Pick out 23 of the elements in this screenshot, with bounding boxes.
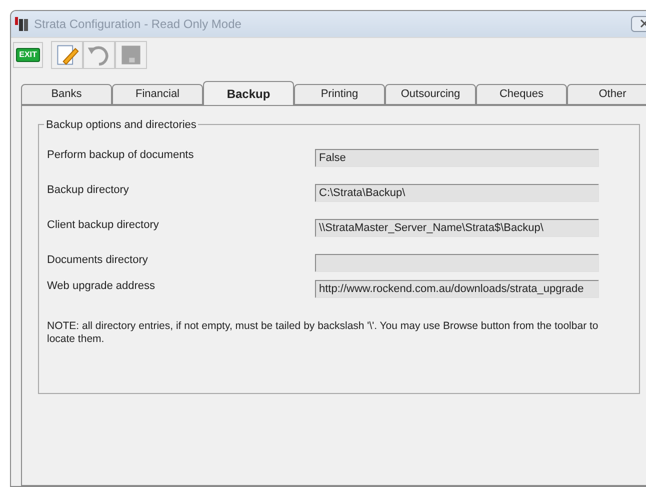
tab[interactable]: Outsourcing (385, 84, 476, 105)
field-label: Backup directory (47, 183, 130, 198)
field-label: Documents directory (47, 253, 149, 268)
tab[interactable]: Backup (203, 81, 294, 105)
save-icon[interactable] (115, 40, 147, 68)
group-title: Backup options and directories (44, 117, 198, 134)
window-title: Strata Configuration - Read Only Mode (34, 16, 242, 33)
field-label: Client backup directory (47, 218, 160, 233)
input-field: \\StrataMaster_Server_Name\Strata$\Backup\ (315, 219, 599, 237)
input-field: False (315, 149, 599, 167)
undo-icon[interactable] (83, 40, 115, 68)
input-field: C:\Strata\Backup\ (315, 184, 599, 202)
tab[interactable]: Cheques (476, 84, 567, 105)
tab[interactable]: Financial (112, 84, 203, 105)
app-icon (14, 16, 30, 32)
field-label: Web upgrade address (47, 279, 156, 294)
field-label: Perform backup of documents (47, 148, 195, 163)
tab[interactable]: Banks (21, 84, 112, 105)
note-text: NOTE: all directory entries, if not empty, must be tailed by backslash '\'. You may use Browse button from the toolbar to locate them. (47, 320, 600, 346)
edit-icon[interactable] (51, 40, 83, 68)
tab[interactable]: Other (567, 84, 646, 105)
input-field: http://www.rockend.com.au/downloads/strata_upgrade (315, 280, 599, 298)
tab[interactable]: Printing (294, 84, 385, 105)
